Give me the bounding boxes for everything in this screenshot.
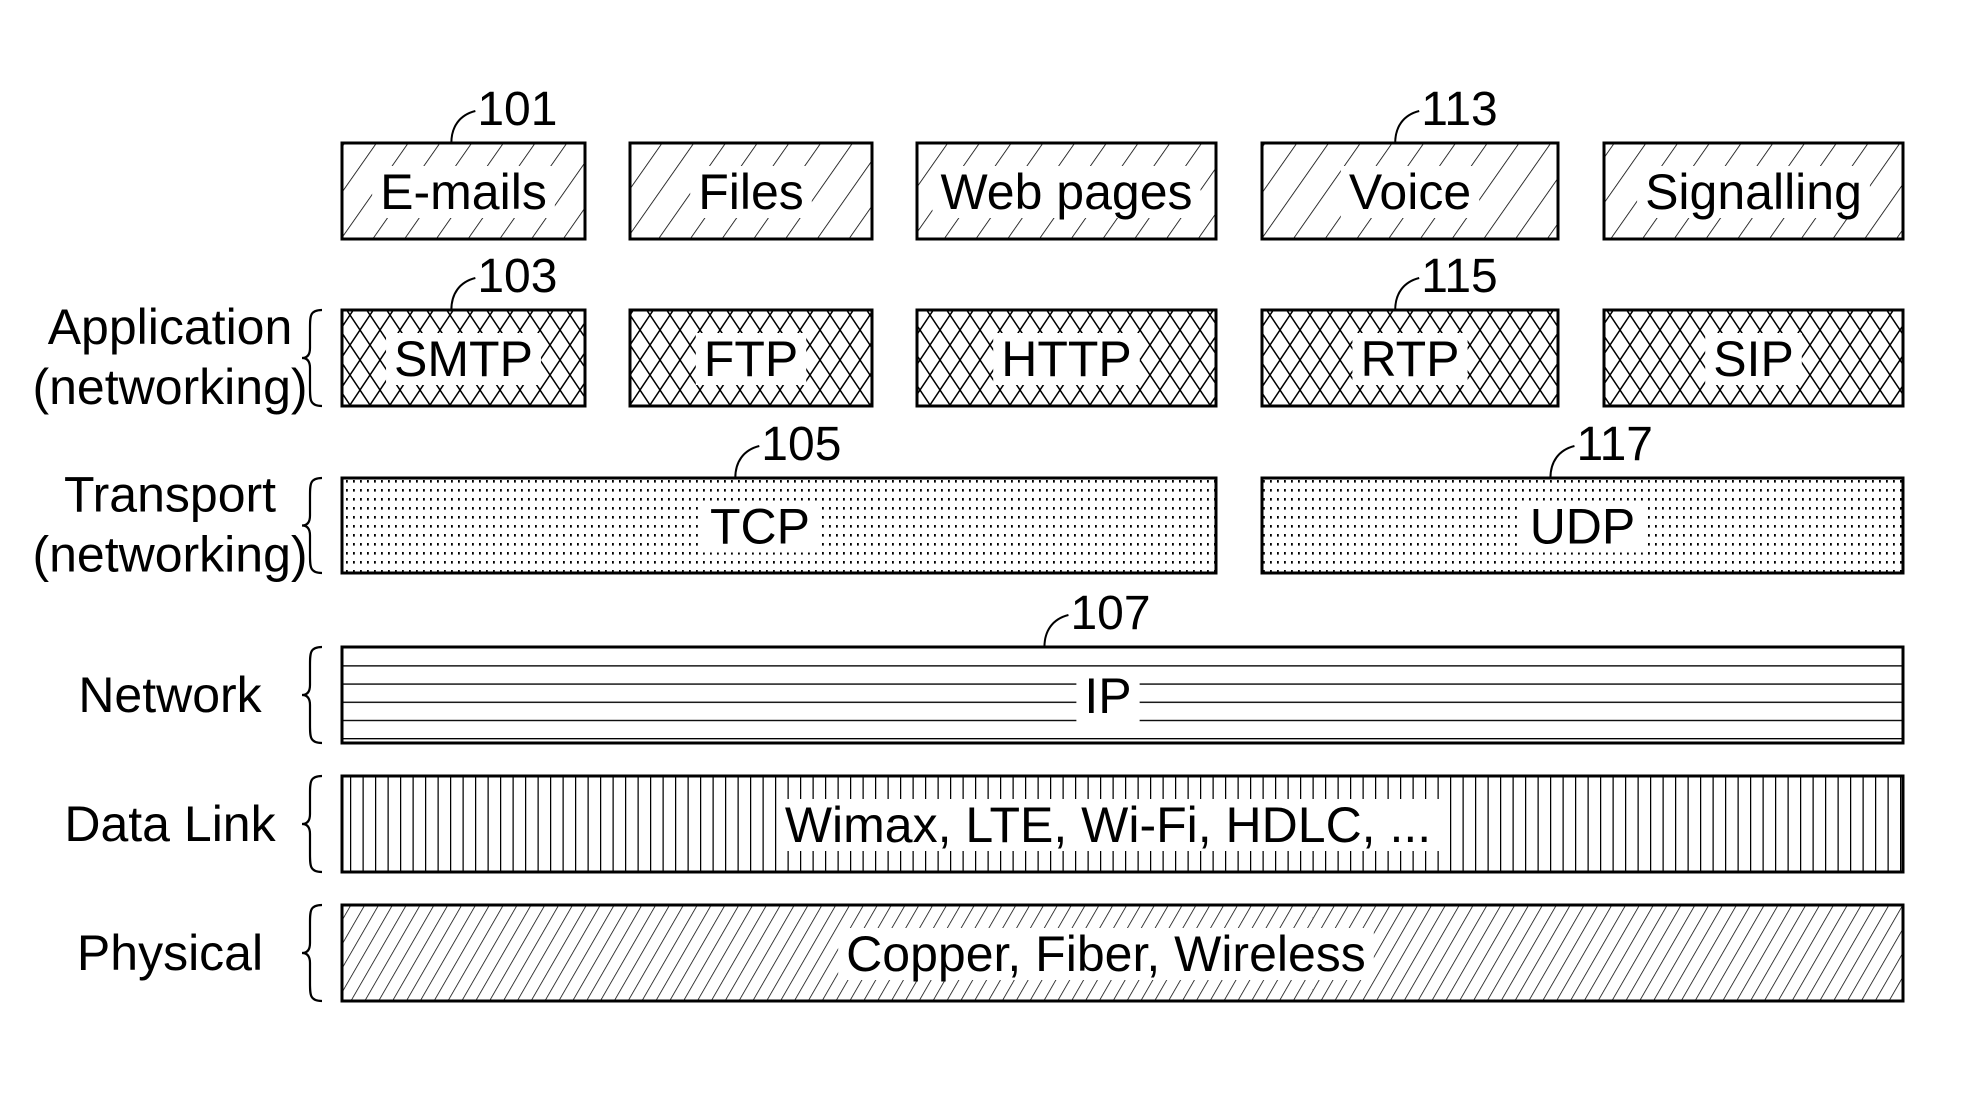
content-files-label: Files: [698, 164, 804, 220]
layer-name: Transport: [64, 467, 276, 523]
protocol-ftp-label: FTP: [704, 331, 798, 387]
layer-name: (networking): [32, 359, 307, 415]
protocol-udp: UDP 117: [1260, 418, 1905, 575]
reference-number: 101: [477, 83, 557, 136]
leader-line: [1394, 110, 1420, 144]
protocol-tcp-label: TCP: [710, 499, 810, 555]
reference-numeral: 107: [1043, 587, 1151, 648]
brace-icon: [301, 903, 323, 1003]
reference-numeral: 101: [450, 83, 557, 144]
protocol-rtp-label: RTP: [1360, 331, 1459, 387]
content-voice-label: Voice: [1349, 164, 1471, 220]
layer-label-transport: Transport(networking): [32, 467, 323, 583]
content-files: Files: [628, 141, 874, 241]
layer-name: (networking): [32, 527, 307, 583]
reference-numeral: 117: [1549, 418, 1653, 479]
protocol-smtp-label: SMTP: [394, 331, 533, 387]
protocol-tcp: TCP 105: [340, 418, 1218, 575]
reference-number: 103: [477, 250, 557, 303]
layer-label-network: Network: [78, 645, 323, 745]
protocol-rtp: RTP 115: [1260, 250, 1560, 408]
protocol-stack-diagram: Application(networking)Transport(network…: [32, 83, 1905, 1003]
protocol-sip: SIP: [1602, 308, 1905, 408]
protocol-sip-label: SIP: [1713, 331, 1794, 387]
reference-numeral: 103: [450, 250, 557, 311]
leader-line: [734, 445, 760, 479]
content-e-mails-label: E-mails: [380, 164, 547, 220]
content-e-mails: E-mails 101: [340, 83, 587, 241]
reference-number: 115: [1421, 250, 1498, 303]
data-link-technologies: Wimax, LTE, Wi-Fi, HDLC, ...: [340, 774, 1905, 874]
content-web-pages-label: Web pages: [940, 164, 1192, 220]
reference-number: 107: [1070, 587, 1150, 640]
reference-number: 105: [761, 418, 841, 471]
layer-name: Network: [78, 667, 262, 723]
protocol-udp-label: UDP: [1530, 499, 1636, 555]
reference-number: 113: [1421, 83, 1498, 136]
content-signalling: Signalling: [1602, 141, 1905, 241]
reference-numeral: 113: [1394, 83, 1498, 144]
layer-name: Physical: [77, 925, 263, 981]
leader-line: [1394, 277, 1420, 311]
brace-icon: [301, 774, 323, 874]
reference-numeral: 105: [734, 418, 841, 479]
layer-label-datalink: Data Link: [64, 774, 323, 874]
protocol-http: HTTP: [915, 308, 1218, 408]
layer-name: Data Link: [64, 796, 276, 852]
content-web-pages: Web pages: [915, 141, 1218, 241]
reference-numeral: 115: [1394, 250, 1498, 311]
protocol-http-label: HTTP: [1001, 331, 1132, 387]
leader-line: [450, 110, 476, 144]
leader-line: [450, 277, 476, 311]
leader-line: [1043, 614, 1069, 648]
layer-name: Application: [48, 299, 293, 355]
reference-number: 117: [1576, 418, 1653, 471]
layer-label-application: Application(networking): [32, 299, 323, 415]
protocol-ip-label: IP: [1084, 668, 1131, 724]
brace-icon: [301, 645, 323, 745]
content-voice: Voice 113: [1260, 83, 1560, 241]
physical-media: Copper, Fiber, Wireless: [340, 903, 1905, 1003]
physical-media-label: Copper, Fiber, Wireless: [846, 926, 1366, 982]
content-signalling-label: Signalling: [1645, 164, 1862, 220]
leader-line: [1549, 445, 1575, 479]
layer-label-physical: Physical: [77, 903, 323, 1003]
protocol-ftp: FTP: [628, 308, 874, 408]
data-link-technologies-label: Wimax, LTE, Wi-Fi, HDLC, ...: [785, 797, 1431, 853]
protocol-ip: IP 107: [340, 587, 1905, 745]
protocol-smtp: SMTP 103: [340, 250, 587, 408]
